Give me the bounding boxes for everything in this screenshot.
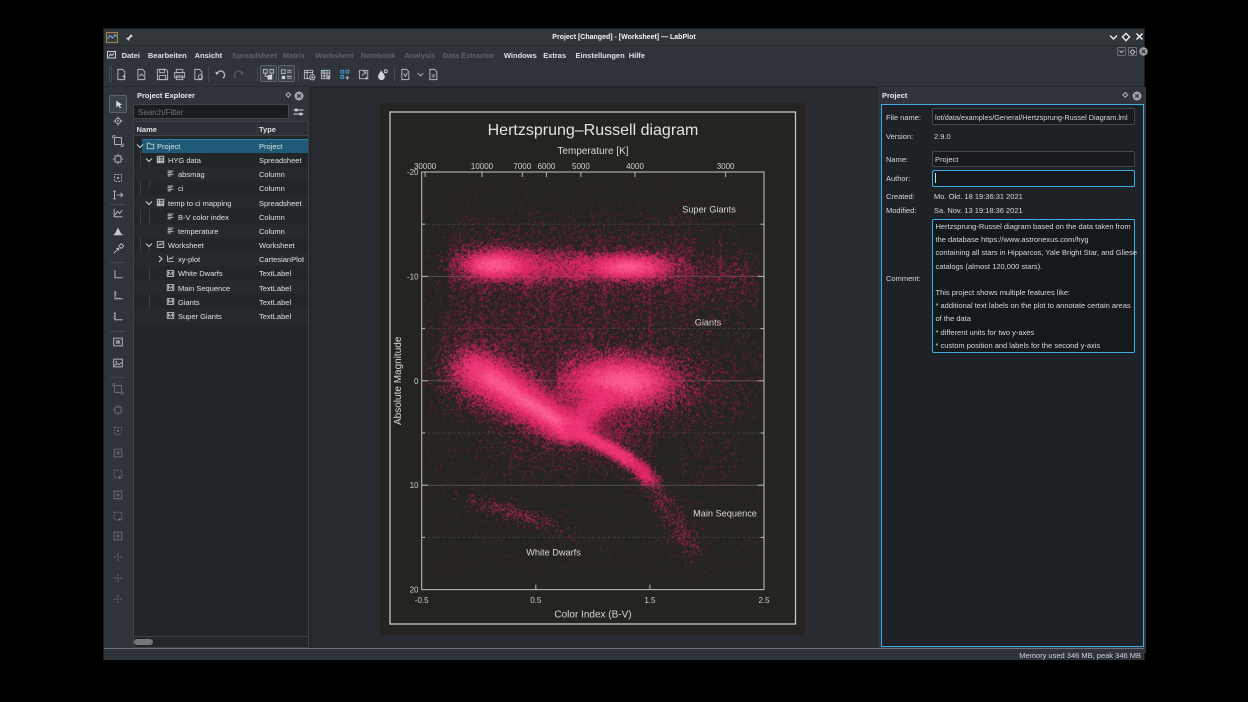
svg-text:2.5: 2.5	[758, 596, 770, 605]
svg-text:Color Index (B-V): Color Index (B-V)	[554, 610, 631, 621]
svg-text:4000: 4000	[626, 162, 644, 171]
svg-text:5000: 5000	[572, 162, 590, 171]
svg-text:7000: 7000	[513, 162, 531, 171]
svg-text:Absolute Magnitude: Absolute Magnitude	[393, 336, 404, 425]
svg-text:-0.5: -0.5	[415, 596, 429, 605]
svg-text:10: 10	[410, 481, 419, 490]
svg-text:-10: -10	[407, 272, 419, 281]
svg-text:3000: 3000	[717, 162, 735, 171]
svg-text:1.5: 1.5	[644, 596, 656, 605]
svg-text:0.5: 0.5	[530, 596, 542, 605]
svg-text:10000: 10000	[471, 162, 494, 171]
svg-text:20: 20	[410, 585, 419, 594]
svg-text:6000: 6000	[538, 162, 556, 171]
svg-text:-20: -20	[407, 168, 419, 177]
svg-text:Hertzsprung–Russell diagram: Hertzsprung–Russell diagram	[488, 122, 699, 139]
svg-text:Temperature [K]: Temperature [K]	[557, 146, 628, 157]
svg-text:0: 0	[414, 377, 419, 386]
